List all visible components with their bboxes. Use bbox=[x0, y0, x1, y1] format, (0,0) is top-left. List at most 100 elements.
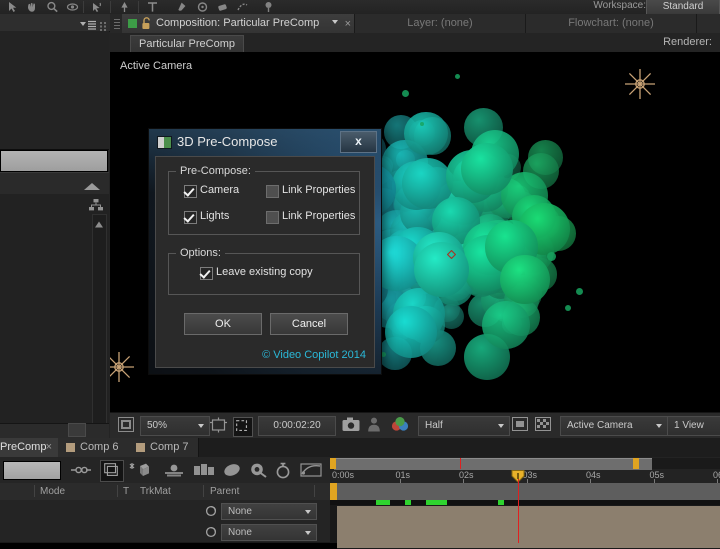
particle bbox=[547, 252, 556, 261]
dialog-body: Pre-Compose: Camera Link Properties Ligh… bbox=[155, 156, 375, 368]
tab-flowchart[interactable]: Flowchart: (none) bbox=[526, 14, 697, 33]
timeline-toolbar bbox=[0, 457, 330, 484]
anchor-point-icon[interactable] bbox=[446, 246, 457, 260]
column-divider bbox=[203, 485, 204, 497]
timeline-tab[interactable]: Comp 6 bbox=[58, 438, 129, 457]
solo-mask-icon[interactable] bbox=[248, 462, 268, 483]
toggle-transparency-icon[interactable] bbox=[118, 417, 134, 437]
light-indicator-icon[interactable] bbox=[110, 350, 136, 384]
view-camera-select[interactable]: Active Camera bbox=[560, 416, 668, 436]
draft-3d-icon[interactable] bbox=[128, 462, 150, 484]
viewer-toolbar: 50% 0:00:02:20 Half Active Camera 1 View bbox=[110, 412, 720, 438]
parent-pickwhip-icon[interactable] bbox=[205, 504, 217, 517]
graph-editor-icon[interactable] bbox=[300, 462, 322, 483]
current-timecode[interactable]: 0:00:02:20 bbox=[258, 416, 336, 436]
timeline-tab[interactable]: Comp 7 bbox=[128, 438, 199, 457]
resolution-select[interactable]: Half bbox=[418, 416, 510, 436]
comp-color-swatch bbox=[66, 443, 75, 452]
ram-cache-bar bbox=[330, 500, 720, 505]
column-header[interactable]: TrkMat bbox=[140, 486, 171, 497]
pen-tool-icon[interactable] bbox=[118, 1, 131, 13]
brainstorm-icon[interactable] bbox=[193, 462, 215, 483]
snapshot-camera-icon[interactable] bbox=[342, 417, 360, 437]
text-tool-icon[interactable] bbox=[146, 1, 159, 13]
project-scrollbar[interactable] bbox=[92, 214, 107, 452]
channel-rgb-icon[interactable] bbox=[390, 417, 410, 437]
zoom-level-select[interactable]: 50% bbox=[140, 416, 210, 436]
work-area-end-handle[interactable] bbox=[633, 458, 639, 469]
new-folder-button[interactable] bbox=[68, 423, 86, 437]
table-row[interactable]: None bbox=[0, 500, 330, 522]
project-items-area[interactable] bbox=[0, 31, 109, 150]
puppet-pin-icon[interactable] bbox=[262, 1, 275, 13]
camera-checkbox[interactable] bbox=[184, 185, 197, 198]
transparency-grid-icon[interactable] bbox=[535, 417, 551, 436]
work-area-start-handle[interactable] bbox=[330, 458, 336, 469]
cancel-button[interactable]: Cancel bbox=[270, 313, 348, 335]
chevron-down-icon[interactable] bbox=[332, 20, 338, 24]
tab-layer[interactable]: Layer: (none) bbox=[355, 14, 526, 33]
time-ruler[interactable]: 0:00s01s02s03s04s05s06 bbox=[330, 457, 720, 484]
orbit-tool-icon[interactable] bbox=[66, 1, 79, 13]
graph-editor-blob-icon[interactable] bbox=[222, 462, 242, 483]
hand-tool-icon[interactable] bbox=[26, 1, 39, 13]
workspace-select[interactable]: Standard bbox=[646, 0, 720, 15]
roto-brush-icon[interactable] bbox=[236, 1, 249, 13]
chevron-down-icon bbox=[498, 424, 504, 428]
particle bbox=[402, 90, 409, 97]
motion-blur-icon[interactable] bbox=[163, 462, 185, 483]
parent-select[interactable]: None bbox=[221, 503, 317, 520]
layer-bar[interactable] bbox=[337, 506, 720, 528]
close-icon[interactable]: × bbox=[46, 438, 52, 457]
track-work-area bbox=[337, 483, 720, 500]
arrow-tool-icon[interactable] bbox=[6, 1, 19, 13]
view-layout-select[interactable]: 1 View bbox=[667, 416, 720, 436]
panel-menu-icon[interactable] bbox=[80, 17, 96, 30]
timer-icon[interactable] bbox=[274, 462, 292, 484]
leave-existing-copy-checkbox[interactable] bbox=[200, 267, 213, 280]
close-icon[interactable]: × bbox=[345, 18, 351, 30]
hierarchy-icon[interactable] bbox=[89, 198, 103, 211]
brush-tool-icon[interactable] bbox=[176, 1, 189, 13]
timeline-track-area[interactable] bbox=[330, 483, 720, 549]
composition-mini-flowchart-icon[interactable] bbox=[100, 460, 124, 482]
ok-button[interactable]: OK bbox=[184, 313, 262, 335]
view-layout-value: 1 View bbox=[674, 420, 704, 431]
column-header[interactable]: Mode bbox=[40, 486, 65, 497]
region-of-interest-icon[interactable] bbox=[210, 417, 227, 438]
precompose-group bbox=[168, 171, 360, 235]
scroll-up-icon[interactable] bbox=[94, 216, 104, 228]
tab-composition[interactable]: Composition: Particular PreComp × bbox=[122, 14, 355, 33]
show-snapshot-icon[interactable] bbox=[367, 417, 381, 437]
column-header[interactable]: T bbox=[123, 486, 129, 497]
eraser-tool-icon[interactable] bbox=[216, 1, 229, 13]
parent-select[interactable]: None bbox=[221, 524, 317, 541]
timeline-tab-label: PreComp bbox=[0, 441, 47, 453]
parent-pickwhip-icon[interactable] bbox=[205, 525, 217, 538]
timeline-timecode-field[interactable] bbox=[3, 461, 61, 480]
time-tick-label: 02s bbox=[459, 470, 474, 480]
lights-checkbox[interactable] bbox=[184, 211, 197, 224]
search-composition-icon[interactable] bbox=[70, 462, 92, 483]
particle bbox=[576, 288, 583, 295]
lock-icon[interactable] bbox=[141, 17, 152, 30]
camera-link-properties-checkbox[interactable] bbox=[266, 185, 279, 198]
table-row[interactable]: None bbox=[0, 521, 330, 543]
column-header[interactable]: Parent bbox=[210, 486, 239, 497]
timeline-tab[interactable]: PreComp × bbox=[0, 438, 59, 457]
region-preview-icon[interactable] bbox=[512, 417, 528, 436]
dialog-title-bar[interactable]: 3D Pre-Compose x bbox=[149, 129, 381, 156]
mask-roi-toggle-icon[interactable] bbox=[233, 417, 253, 437]
clone-tool-icon[interactable] bbox=[196, 1, 209, 13]
project-search-field[interactable] bbox=[0, 150, 108, 172]
zoom-tool-icon[interactable] bbox=[46, 1, 59, 13]
work-area-fill[interactable] bbox=[334, 458, 652, 470]
resolution-value: Half bbox=[425, 420, 443, 431]
rotation-tool-icon[interactable] bbox=[90, 1, 103, 13]
close-icon[interactable]: x bbox=[340, 131, 377, 153]
precompose-group-label: Pre-Compose: bbox=[176, 165, 255, 177]
lights-link-properties-checkbox[interactable] bbox=[266, 211, 279, 224]
light-indicator-icon[interactable] bbox=[623, 67, 657, 101]
subtab-precomp[interactable]: Particular PreComp bbox=[130, 35, 244, 53]
layer-bar[interactable] bbox=[337, 527, 720, 549]
